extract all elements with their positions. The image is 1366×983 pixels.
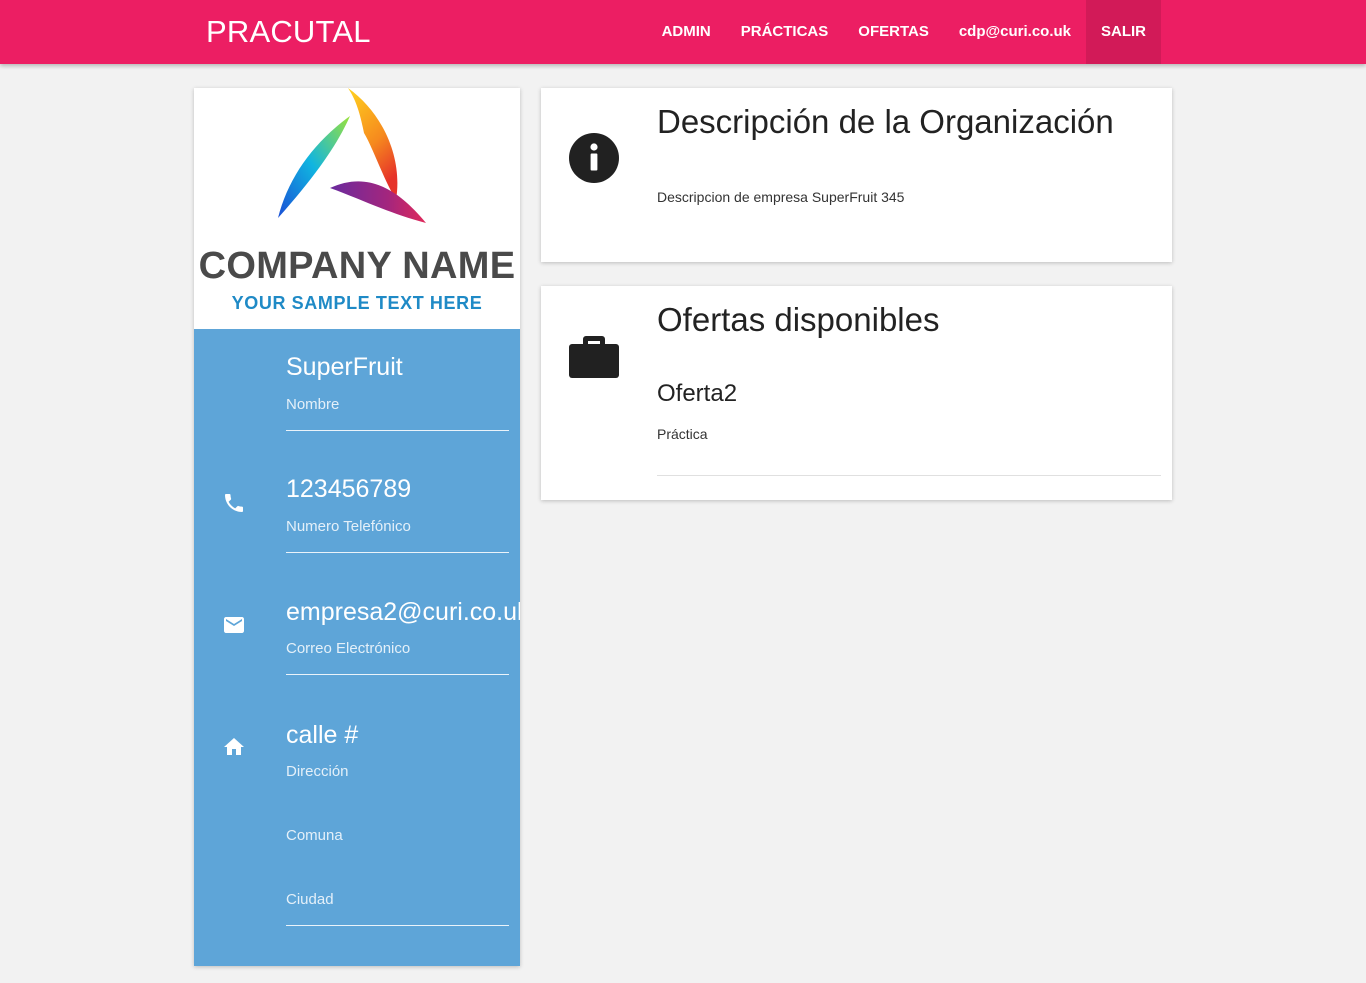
offer-item-type: Práctica bbox=[657, 426, 708, 442]
phone-icon bbox=[225, 494, 243, 512]
divider bbox=[286, 925, 509, 926]
nav-ofertas-link[interactable]: OFERTAS bbox=[843, 0, 944, 64]
nav-links: ADMIN PRÁCTICAS OFERTAS cdp@curi.co.uk S… bbox=[647, 0, 1161, 64]
company-info-panel: SuperFruit Nombre 123456789 Numero Telef… bbox=[194, 329, 520, 966]
briefcase-icon bbox=[569, 336, 619, 378]
nav-practicas-link[interactable]: PRÁCTICAS bbox=[726, 0, 844, 64]
organization-description-card: Descripción de la Organización Descripci… bbox=[541, 88, 1172, 262]
divider bbox=[286, 552, 509, 553]
home-icon bbox=[224, 738, 244, 755]
address-value: calle # bbox=[286, 721, 359, 749]
nav-admin-link[interactable]: ADMIN bbox=[647, 0, 726, 64]
comuna-label: Comuna bbox=[286, 827, 343, 844]
company-name-value: SuperFruit bbox=[286, 353, 403, 381]
divider bbox=[286, 674, 509, 675]
nav-logout-link[interactable]: SALIR bbox=[1086, 0, 1161, 64]
email-icon bbox=[224, 617, 244, 633]
brand-logo-text[interactable]: PRACUTAL bbox=[206, 14, 371, 50]
logo-company-name: COMPANY NAME bbox=[198, 245, 516, 287]
description-title: Descripción de la Organización bbox=[657, 103, 1114, 140]
offers-title: Ofertas disponibles bbox=[657, 301, 940, 338]
phone-value: 123456789 bbox=[286, 475, 412, 503]
company-logo-emblem bbox=[278, 88, 426, 223]
top-navbar: PRACUTAL ADMIN PRÁCTICAS OFERTAS cdp@cur… bbox=[0, 0, 1366, 64]
logo-slogan: YOUR SAMPLE TEXT HERE bbox=[231, 293, 483, 313]
divider bbox=[657, 475, 1161, 476]
description-text: Descripcion de empresa SuperFruit 345 bbox=[657, 189, 905, 205]
address-label: Dirección bbox=[286, 763, 349, 780]
company-name-label: Nombre bbox=[286, 396, 340, 413]
company-logo: COMPANY NAME YOUR SAMPLE TEXT HERE bbox=[194, 88, 520, 329]
offer-item-title[interactable]: Oferta2 bbox=[657, 380, 737, 408]
nav-user-email-link[interactable]: cdp@curi.co.uk bbox=[944, 0, 1086, 64]
available-offers-card: Ofertas disponibles Oferta2 Práctica bbox=[541, 286, 1172, 500]
email-label: Correo Electrónico bbox=[286, 640, 411, 657]
email-value: empresa2@curi.co.uk bbox=[286, 598, 520, 626]
ciudad-label: Ciudad bbox=[286, 891, 334, 908]
divider bbox=[286, 430, 509, 431]
company-profile-card: COMPANY NAME YOUR SAMPLE TEXT HERE Super… bbox=[194, 88, 520, 966]
phone-label: Numero Telefónico bbox=[286, 518, 411, 535]
info-icon bbox=[569, 133, 619, 183]
